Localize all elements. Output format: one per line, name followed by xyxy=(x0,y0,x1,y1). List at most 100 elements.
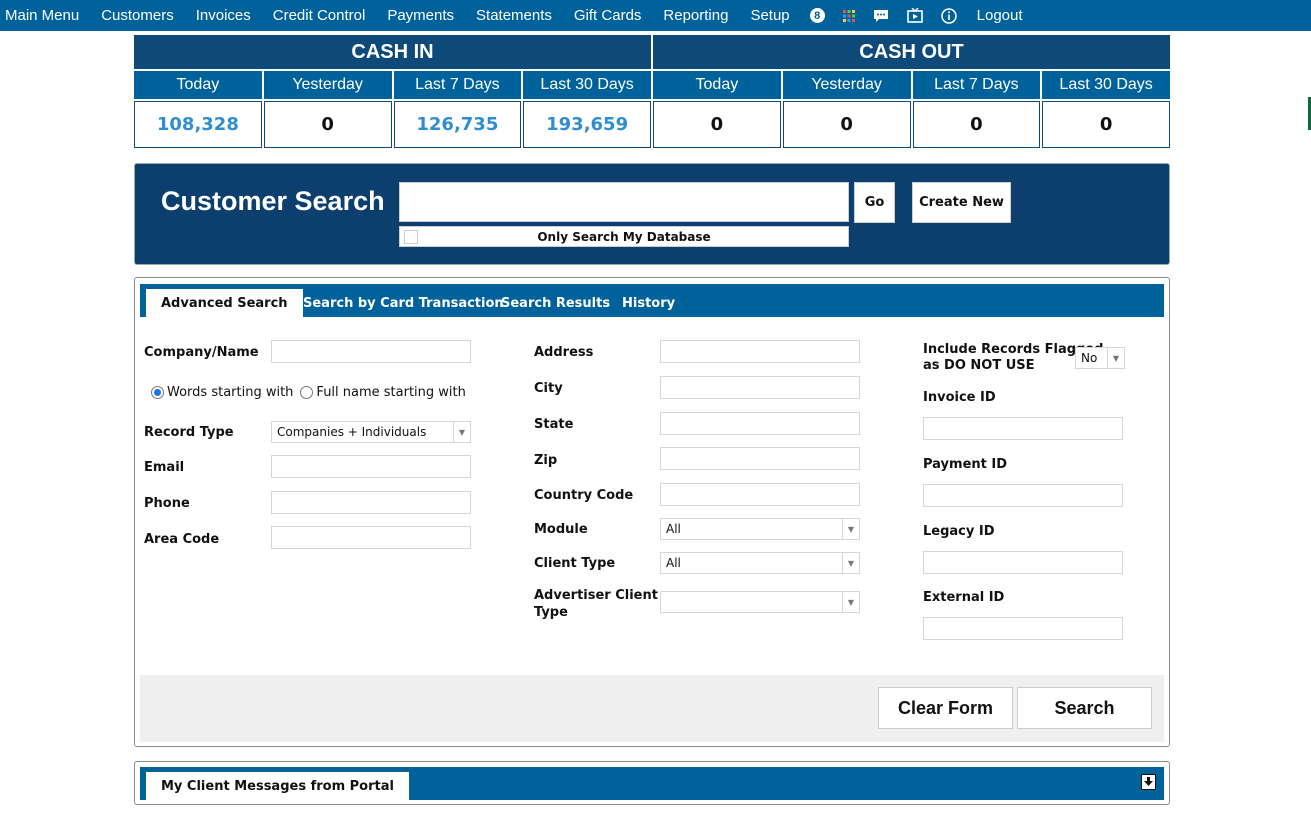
client-type-label: Client Type xyxy=(534,556,616,571)
grid-icon[interactable] xyxy=(834,9,864,22)
customer-search-input[interactable] xyxy=(399,182,849,222)
radio-full-name[interactable] xyxy=(300,386,314,399)
cash-in-30days-value[interactable]: 193,659 xyxy=(523,101,651,148)
only-search-my-database[interactable]: Only Search My Database xyxy=(399,226,849,247)
messages-tab-bar: My Client Messages from Portal xyxy=(140,767,1164,800)
radio-full-label: Full name starting with xyxy=(316,385,466,400)
top-nav: Main Menu Customers Invoices Credit Cont… xyxy=(0,0,1311,31)
record-type-select[interactable]: Companies + Individuals ▼ xyxy=(271,421,471,443)
cash-in-yesterday-value: 0 xyxy=(263,101,392,148)
nav-logout[interactable]: Logout xyxy=(966,7,1034,24)
tab-advanced-search[interactable]: Advanced Search xyxy=(146,289,303,317)
cash-out-7days-value: 0 xyxy=(912,101,1041,148)
form-footer: Clear Form Search xyxy=(140,675,1164,742)
nav-main-menu[interactable]: Main Menu xyxy=(0,7,90,24)
city-input[interactable] xyxy=(660,376,860,399)
company-name-input[interactable] xyxy=(271,340,471,363)
tab-search-results[interactable]: Search Results xyxy=(486,289,625,317)
nav-statements[interactable]: Statements xyxy=(465,7,563,24)
cash-in-7days-value[interactable]: 126,735 xyxy=(393,101,522,148)
period-label: Today xyxy=(134,71,262,99)
company-name-label: Company/Name xyxy=(144,345,259,360)
period-label: Last 30 Days xyxy=(1042,71,1170,99)
phone-input[interactable] xyxy=(271,491,471,514)
country-code-input[interactable] xyxy=(660,483,860,506)
search-button[interactable]: Search xyxy=(1017,687,1152,729)
period-label: Last 7 Days xyxy=(393,71,522,99)
state-label: State xyxy=(534,417,574,432)
nav-credit-control[interactable]: Credit Control xyxy=(262,7,377,24)
nav-customers[interactable]: Customers xyxy=(90,7,185,24)
tv-icon[interactable] xyxy=(898,8,932,23)
advertiser-client-label-line1: Advertiser Client xyxy=(534,588,658,603)
chevron-down-icon: ▼ xyxy=(453,422,470,442)
state-input[interactable] xyxy=(660,412,860,435)
external-id-input[interactable] xyxy=(923,617,1123,640)
flagged-select[interactable]: No ▼ xyxy=(1075,347,1125,369)
address-input[interactable] xyxy=(660,340,860,363)
external-id-label: External ID xyxy=(923,590,1005,605)
nav-invoices[interactable]: Invoices xyxy=(185,7,262,24)
clear-form-button[interactable]: Clear Form xyxy=(878,687,1013,729)
nav-payments[interactable]: Payments xyxy=(376,7,465,24)
radio-words-starting[interactable] xyxy=(151,386,164,399)
cash-out-30days-value: 0 xyxy=(1042,101,1170,148)
advertiser-client-type-select[interactable]: ▼ xyxy=(660,591,860,613)
notification-badge[interactable]: 8 xyxy=(801,8,834,23)
nav-setup[interactable]: Setup xyxy=(739,7,800,24)
radio-words-label: Words starting with xyxy=(167,385,294,400)
only-db-checkbox[interactable] xyxy=(404,230,418,244)
cash-in-today-value[interactable]: 108,328 xyxy=(134,101,262,148)
tab-search-by-card-transaction[interactable]: Search by Card Transaction xyxy=(288,289,519,317)
zip-label: Zip xyxy=(534,453,558,468)
record-type-label: Record Type xyxy=(144,425,234,440)
expand-icon[interactable] xyxy=(1141,774,1156,790)
area-code-input[interactable] xyxy=(271,526,471,549)
module-label: Module xyxy=(534,522,588,537)
client-type-select[interactable]: All ▼ xyxy=(660,552,860,574)
chevron-down-icon: ▼ xyxy=(842,592,859,612)
flagged-value: No xyxy=(1081,351,1098,365)
tab-my-client-messages[interactable]: My Client Messages from Portal xyxy=(146,772,409,800)
email-input[interactable] xyxy=(271,455,471,478)
advertiser-client-type-label: Advertiser Client Type xyxy=(534,587,658,621)
city-label: City xyxy=(534,381,563,396)
zip-input[interactable] xyxy=(660,447,860,470)
tab-bar: Advanced Search Search by Card Transacti… xyxy=(140,284,1164,317)
country-code-label: Country Code xyxy=(534,488,634,503)
payment-id-label: Payment ID xyxy=(923,457,1008,472)
cash-in-title: CASH IN xyxy=(134,35,651,69)
period-label: Last 7 Days xyxy=(912,71,1041,99)
cash-summary: CASH IN CASH OUT Today Yesterday Last 7 … xyxy=(134,35,1170,148)
email-label: Email xyxy=(144,460,185,475)
legacy-id-input[interactable] xyxy=(923,551,1123,574)
record-type-value: Companies + Individuals xyxy=(277,425,427,439)
only-db-label: Only Search My Database xyxy=(537,229,711,244)
go-button[interactable]: Go xyxy=(854,182,895,223)
period-label: Today xyxy=(653,71,781,99)
period-label: Yesterday xyxy=(782,71,911,99)
info-icon[interactable] xyxy=(932,7,966,24)
tab-history[interactable]: History xyxy=(607,289,690,317)
payment-id-input[interactable] xyxy=(923,484,1123,507)
nav-gift-cards[interactable]: Gift Cards xyxy=(563,7,653,24)
period-label: Last 30 Days xyxy=(523,71,651,99)
client-type-value: All xyxy=(666,556,681,570)
module-value: All xyxy=(666,522,681,536)
cash-out-title: CASH OUT xyxy=(653,35,1170,69)
phone-label: Phone xyxy=(144,496,190,511)
nav-reporting[interactable]: Reporting xyxy=(652,7,739,24)
badge-count: 8 xyxy=(809,8,825,23)
invoice-id-label: Invoice ID xyxy=(923,390,996,405)
chevron-down-icon: ▼ xyxy=(842,519,859,539)
chevron-down-icon: ▼ xyxy=(1107,348,1124,368)
invoice-id-input[interactable] xyxy=(923,417,1123,440)
advertiser-client-label-line2: Type xyxy=(534,605,568,620)
module-select[interactable]: All ▼ xyxy=(660,518,860,540)
cash-out-yesterday-value: 0 xyxy=(782,101,911,148)
chevron-down-icon: ▼ xyxy=(842,553,859,573)
client-messages-panel: My Client Messages from Portal xyxy=(134,761,1170,805)
advanced-search-panel: Advanced Search Search by Card Transacti… xyxy=(134,277,1170,747)
chat-icon[interactable] xyxy=(864,9,898,23)
create-new-button[interactable]: Create New xyxy=(912,182,1011,223)
